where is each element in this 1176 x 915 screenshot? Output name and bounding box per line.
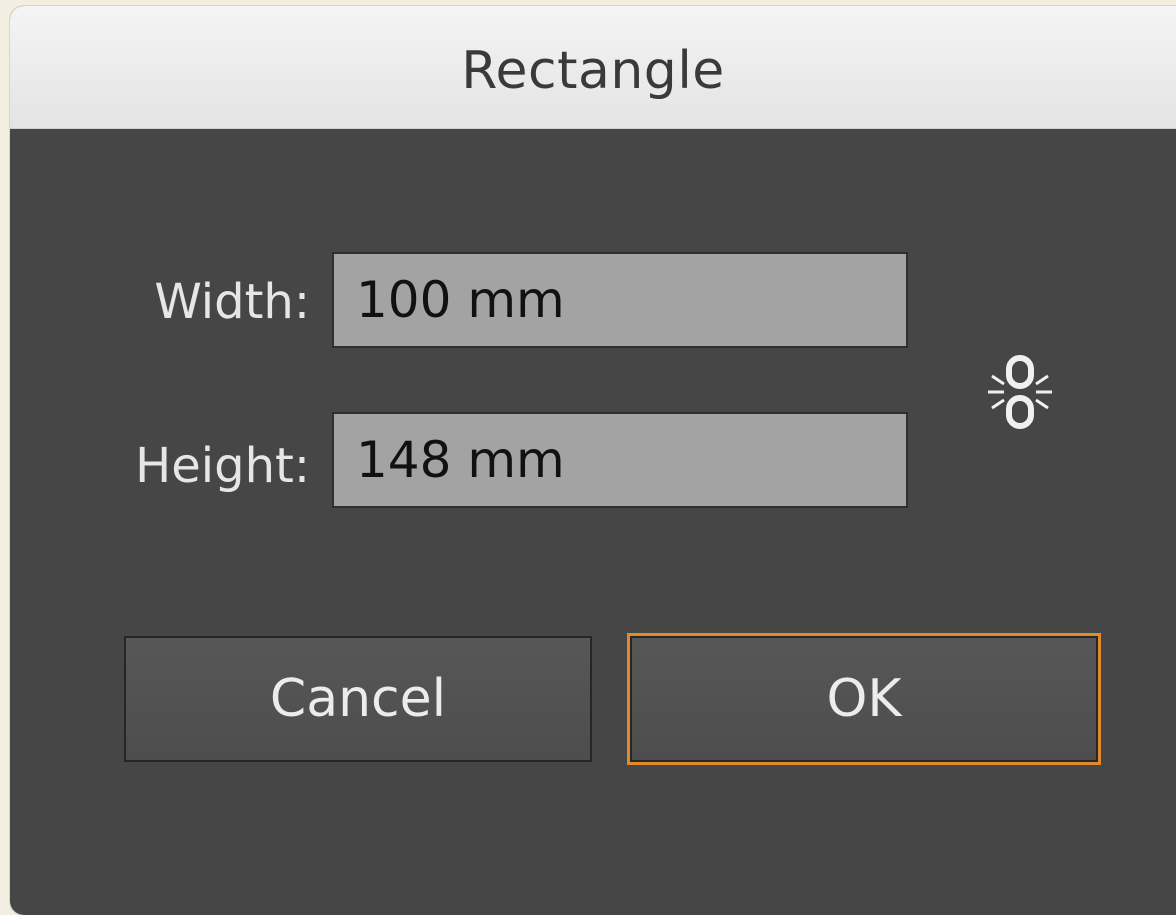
constrain-proportions-button[interactable]	[974, 354, 1064, 434]
ok-button-label: OK	[826, 669, 902, 729]
chain-link-icon	[988, 355, 1052, 429]
dialog-title: Rectangle	[461, 41, 725, 101]
ok-button[interactable]: OK	[630, 636, 1098, 762]
rectangle-dialog: Rectangle Width: Height: Cancel OK	[10, 6, 1176, 915]
height-field[interactable]	[332, 412, 908, 508]
width-label: Width:	[154, 274, 310, 330]
width-field[interactable]	[332, 252, 908, 348]
dialog-titlebar[interactable]: Rectangle	[10, 6, 1176, 129]
cancel-button[interactable]: Cancel	[124, 636, 592, 762]
height-label: Height:	[135, 438, 310, 494]
cancel-button-label: Cancel	[269, 669, 447, 729]
